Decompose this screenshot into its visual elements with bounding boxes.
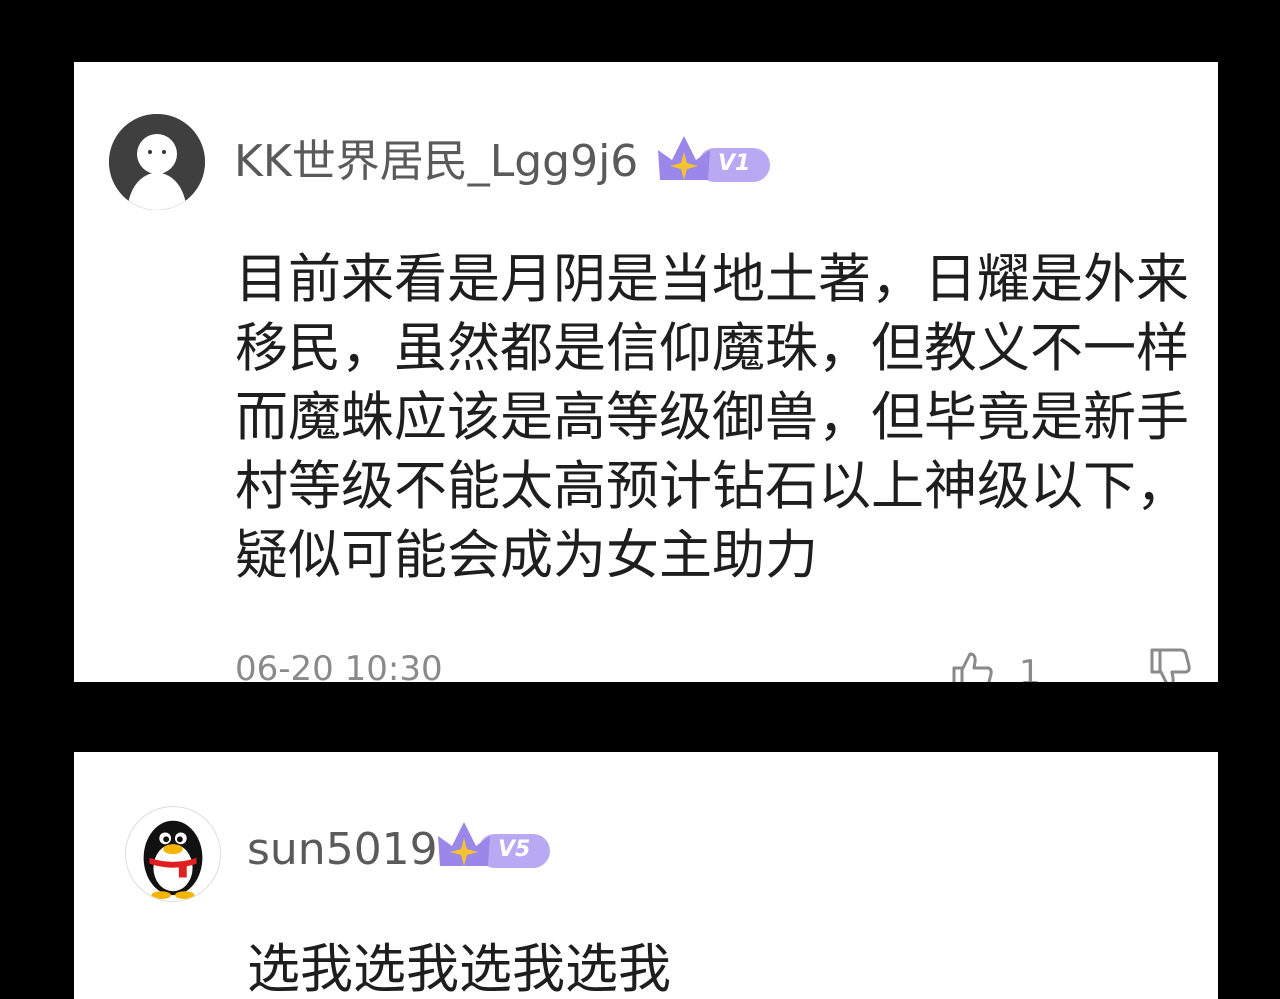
user-avatar[interactable] [109, 114, 205, 210]
badge-level: V1 [718, 151, 751, 176]
comment-timestamp: 06-20 10:30 [235, 649, 443, 682]
thumbs-down-icon[interactable] [1148, 648, 1192, 682]
user-avatar[interactable] [125, 806, 221, 902]
comment-line: 目前来看是月阴是当地土著，日耀是外来 [235, 249, 1189, 310]
penguin-avatar-icon [143, 820, 203, 900]
like-count: 1 [1019, 653, 1041, 682]
username[interactable]: sun5019 [247, 828, 438, 872]
crown-icon [438, 822, 490, 866]
comment-card: sun5019 V5 选我选我选我选我 [74, 752, 1218, 999]
comment-line: 而魔蛛应该是高等级御兽，但毕竟是新手 [235, 387, 1189, 448]
comment-text: 目前来看是月阴是当地土著，日耀是外来 移民，虽然都是信仰魔珠，但教义不一样 而魔… [235, 245, 1215, 590]
thumbs-up-icon[interactable] [950, 648, 994, 682]
ghost-avatar-icon [109, 114, 205, 210]
comment-text: 选我选我选我选我 [247, 939, 671, 999]
crown-icon [658, 136, 710, 180]
comment-line: 疑似可能会成为女主助力 [235, 525, 818, 586]
vip-badge: V1 [654, 132, 774, 188]
comment-card: KK世界居民_Lgg9j6 V1 目前来看是月阴是当地土著，日耀是外来 移民，虽… [74, 62, 1218, 682]
username[interactable]: KK世界居民_Lgg9j6 [234, 140, 638, 184]
badge-level: V5 [498, 837, 531, 862]
comment-line: 移民，虽然都是信仰魔珠，但教义不一样 [235, 318, 1189, 379]
comment-line: 村等级不能太高预计钻石以上神级以下， [235, 456, 1189, 517]
vip-badge: V5 [434, 818, 554, 874]
